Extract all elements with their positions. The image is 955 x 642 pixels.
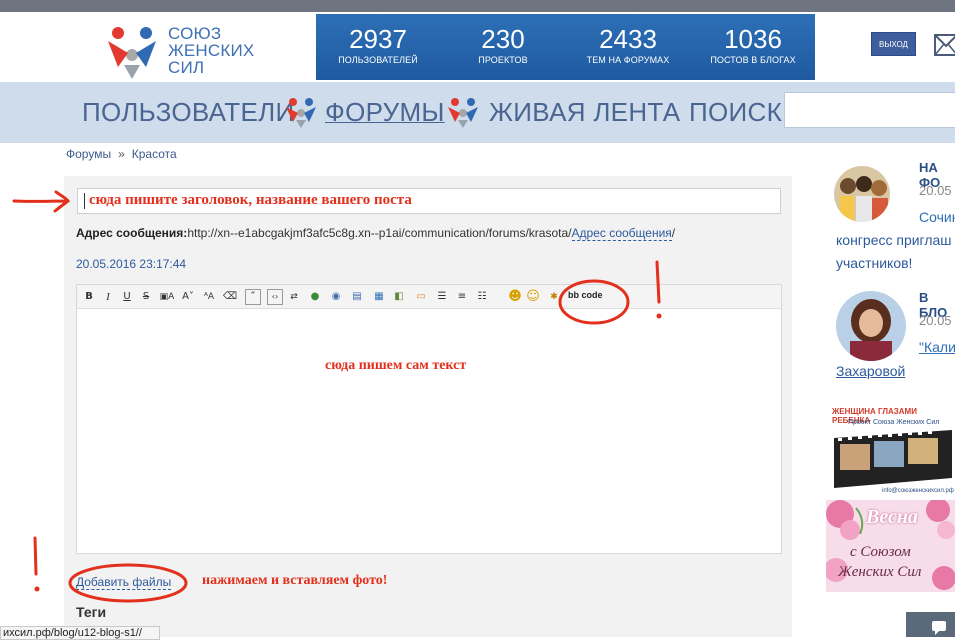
nav-separator-emblem-icon bbox=[286, 98, 316, 128]
smile-icon[interactable]: ☻ bbox=[507, 289, 523, 305]
editor-toolbar: B I U S ▣A A˅ ᴬA ⌫ ” ‹› ⇄ ● ◉ ▤ ▦ ◧ ▭ ☰ … bbox=[77, 285, 781, 309]
avatar[interactable] bbox=[834, 166, 890, 222]
code-icon[interactable]: ‹› bbox=[267, 289, 283, 305]
nav-users[interactable]: ПОЛЬЗОВАТЕЛИ bbox=[82, 97, 294, 127]
sidebar-forum-link[interactable]: Сочин bbox=[919, 206, 955, 229]
stat-label: ПОЛЬЗОВАТЕЛЕЙ bbox=[338, 55, 418, 65]
annotation-exclamation-icon bbox=[655, 260, 662, 319]
logo-line-3: СИЛ bbox=[168, 58, 205, 77]
nav-separator-emblem-icon bbox=[448, 98, 478, 128]
breadcrumb: Форумы » Красота bbox=[66, 147, 177, 161]
stat-users[interactable]: 2937 ПОЛЬЗОВАТЕЛЕЙ bbox=[316, 14, 440, 80]
sidebar-blog-date: 20.05 bbox=[919, 313, 952, 328]
banner1-subtitle: Проект Союза Женских Сил bbox=[848, 419, 940, 426]
tags-label: Теги bbox=[76, 604, 107, 620]
logout-button[interactable]: ВЫХОД bbox=[871, 32, 916, 56]
bullet-list-icon[interactable]: ☷ bbox=[474, 289, 490, 305]
bold-icon[interactable]: B bbox=[81, 289, 97, 305]
emoticons-icon[interactable]: ☺ bbox=[525, 289, 541, 305]
address-label: Адрес сообщения: bbox=[76, 226, 188, 240]
stat-label: ПРОЕКТОВ bbox=[478, 55, 528, 65]
annotation-exclamation-icon bbox=[33, 536, 40, 592]
banner1-email: info@союзженскихсил.рф bbox=[882, 488, 954, 494]
stat-value: 2937 bbox=[349, 24, 407, 54]
sidebar-forum-text-2[interactable]: участников! bbox=[836, 252, 912, 275]
eraser-icon[interactable]: ⌫ bbox=[222, 289, 238, 305]
message-address: Адрес сообщения:http://xn--e1abcgakjmf3a… bbox=[76, 226, 676, 241]
text-cursor bbox=[84, 192, 85, 209]
annotation-circle-bbcode-icon bbox=[558, 279, 630, 325]
sidebar-blog-link[interactable]: "Кали bbox=[919, 336, 955, 359]
breadcrumb-separator: » bbox=[118, 147, 125, 161]
banner-child-eyes[interactable]: ЖЕНЩИНА ГЛАЗАМИ РЕБЕНКА Проект Союза Жен… bbox=[832, 404, 955, 498]
logo-line-2: ЖЕНСКИХ bbox=[168, 41, 255, 60]
font-color-icon[interactable]: ▣A bbox=[159, 289, 175, 305]
chat-icon bbox=[932, 621, 946, 635]
chat-button[interactable] bbox=[906, 612, 955, 637]
font-size-icon[interactable]: ᴬA bbox=[201, 289, 217, 305]
picture-icon[interactable]: ▦ bbox=[371, 289, 387, 305]
translit-icon[interactable]: ⇄ bbox=[286, 289, 302, 305]
stat-value: 1036 bbox=[724, 24, 782, 54]
post-editor: B I U S ▣A A˅ ᴬA ⌫ ” ‹› ⇄ ● ◉ ▤ ▦ ◧ ▭ ☰ … bbox=[76, 284, 782, 554]
post-date: 20.05.2016 23:17:44 bbox=[76, 257, 187, 271]
annotation-arrow-icon bbox=[12, 190, 71, 213]
banner2-line1: Весна bbox=[866, 506, 918, 528]
logo-emblem-icon bbox=[108, 27, 156, 79]
blog-author-photo-icon bbox=[836, 291, 906, 361]
site-logo[interactable]: СОЮЗ ЖЕНСКИХ СИЛ bbox=[104, 25, 264, 79]
status-bar-url: ихсил.рф/blog/u12-blog-s1// bbox=[0, 626, 160, 640]
numbered-list-icon[interactable]: ≡ bbox=[454, 289, 470, 305]
nav-live-feed[interactable]: ЖИВАЯ ЛЕНТА bbox=[489, 97, 680, 127]
forum-photo-icon bbox=[834, 166, 890, 222]
video-icon[interactable]: ▤ bbox=[349, 289, 365, 305]
quote-icon[interactable]: ” bbox=[245, 289, 261, 305]
nav-search[interactable]: ПОИСК bbox=[689, 97, 782, 127]
stat-projects[interactable]: 230 ПРОЕКТОВ bbox=[441, 14, 565, 80]
annotation-circle-add-files-icon bbox=[68, 563, 188, 603]
stat-label: ПОСТОВ В БЛОГАХ bbox=[710, 55, 796, 65]
banner2-line2: с Союзом bbox=[850, 544, 911, 560]
breadcrumb-forums[interactable]: Форумы bbox=[66, 147, 111, 161]
banner-spring[interactable]: Весна с Союзом Женских Сил bbox=[826, 500, 955, 592]
stat-blog-posts[interactable]: 1036 ПОСТОВ В БЛОГАХ bbox=[691, 14, 815, 80]
address-url: http://xn--e1abcgakjmf3afc5c8g.xn--p1ai/… bbox=[187, 226, 572, 240]
strikethrough-icon[interactable]: S bbox=[138, 289, 154, 305]
nav-forums[interactable]: ФОРУМЫ bbox=[325, 97, 445, 127]
image-icon[interactable]: ◉ bbox=[328, 289, 344, 305]
link-icon[interactable]: ● bbox=[307, 289, 323, 305]
italic-icon[interactable]: I bbox=[100, 289, 116, 305]
stat-forum-topics[interactable]: 2433 ТЕМ НА ФОРУМАХ bbox=[566, 14, 690, 80]
font-family-icon[interactable]: A˅ bbox=[180, 289, 196, 305]
editor-annotation: сюда пишем сам текст bbox=[325, 358, 467, 373]
post-title-input[interactable]: сюда пишите заголовок, название вашего п… bbox=[77, 188, 781, 214]
site-stats-panel: 2937 ПОЛЬЗОВАТЕЛЕЙ 230 ПРОЕКТОВ 2433 ТЕМ… bbox=[316, 14, 815, 80]
stat-value: 2433 bbox=[599, 24, 657, 54]
address-link[interactable]: Адрес сообщения bbox=[571, 226, 672, 241]
stat-label: ТЕМ НА ФОРУМАХ bbox=[586, 55, 670, 65]
underline-icon[interactable]: U bbox=[119, 289, 135, 305]
sidebar-blog-author[interactable]: Захаровой bbox=[836, 360, 905, 383]
logo-line-1: СОЮЗ bbox=[168, 24, 222, 43]
breadcrumb-current[interactable]: Красота bbox=[132, 147, 177, 161]
indent-icon[interactable]: ☰ bbox=[434, 289, 450, 305]
mail-icon[interactable] bbox=[934, 32, 955, 58]
table-icon[interactable]: ▭ bbox=[413, 289, 429, 305]
title-annotation: сюда пишите заголовок, название вашего п… bbox=[89, 192, 412, 208]
film-strip-icon bbox=[834, 430, 952, 488]
logo-text: СОЮЗ ЖЕНСКИХ СИЛ bbox=[168, 25, 254, 76]
sidebar-forum-text[interactable]: конгресс приглаш bbox=[836, 229, 952, 252]
browser-top-strip bbox=[0, 0, 955, 12]
sidebar-forum-date: 20.05 bbox=[919, 183, 952, 198]
banner2-line3: Женских Сил bbox=[838, 564, 922, 580]
add-files-annotation: нажимаем и вставляем фото! bbox=[202, 573, 388, 588]
search-input[interactable] bbox=[784, 92, 955, 128]
avatar[interactable] bbox=[836, 291, 906, 361]
media-icon[interactable]: ◧ bbox=[391, 289, 407, 305]
stat-value: 230 bbox=[481, 24, 525, 54]
